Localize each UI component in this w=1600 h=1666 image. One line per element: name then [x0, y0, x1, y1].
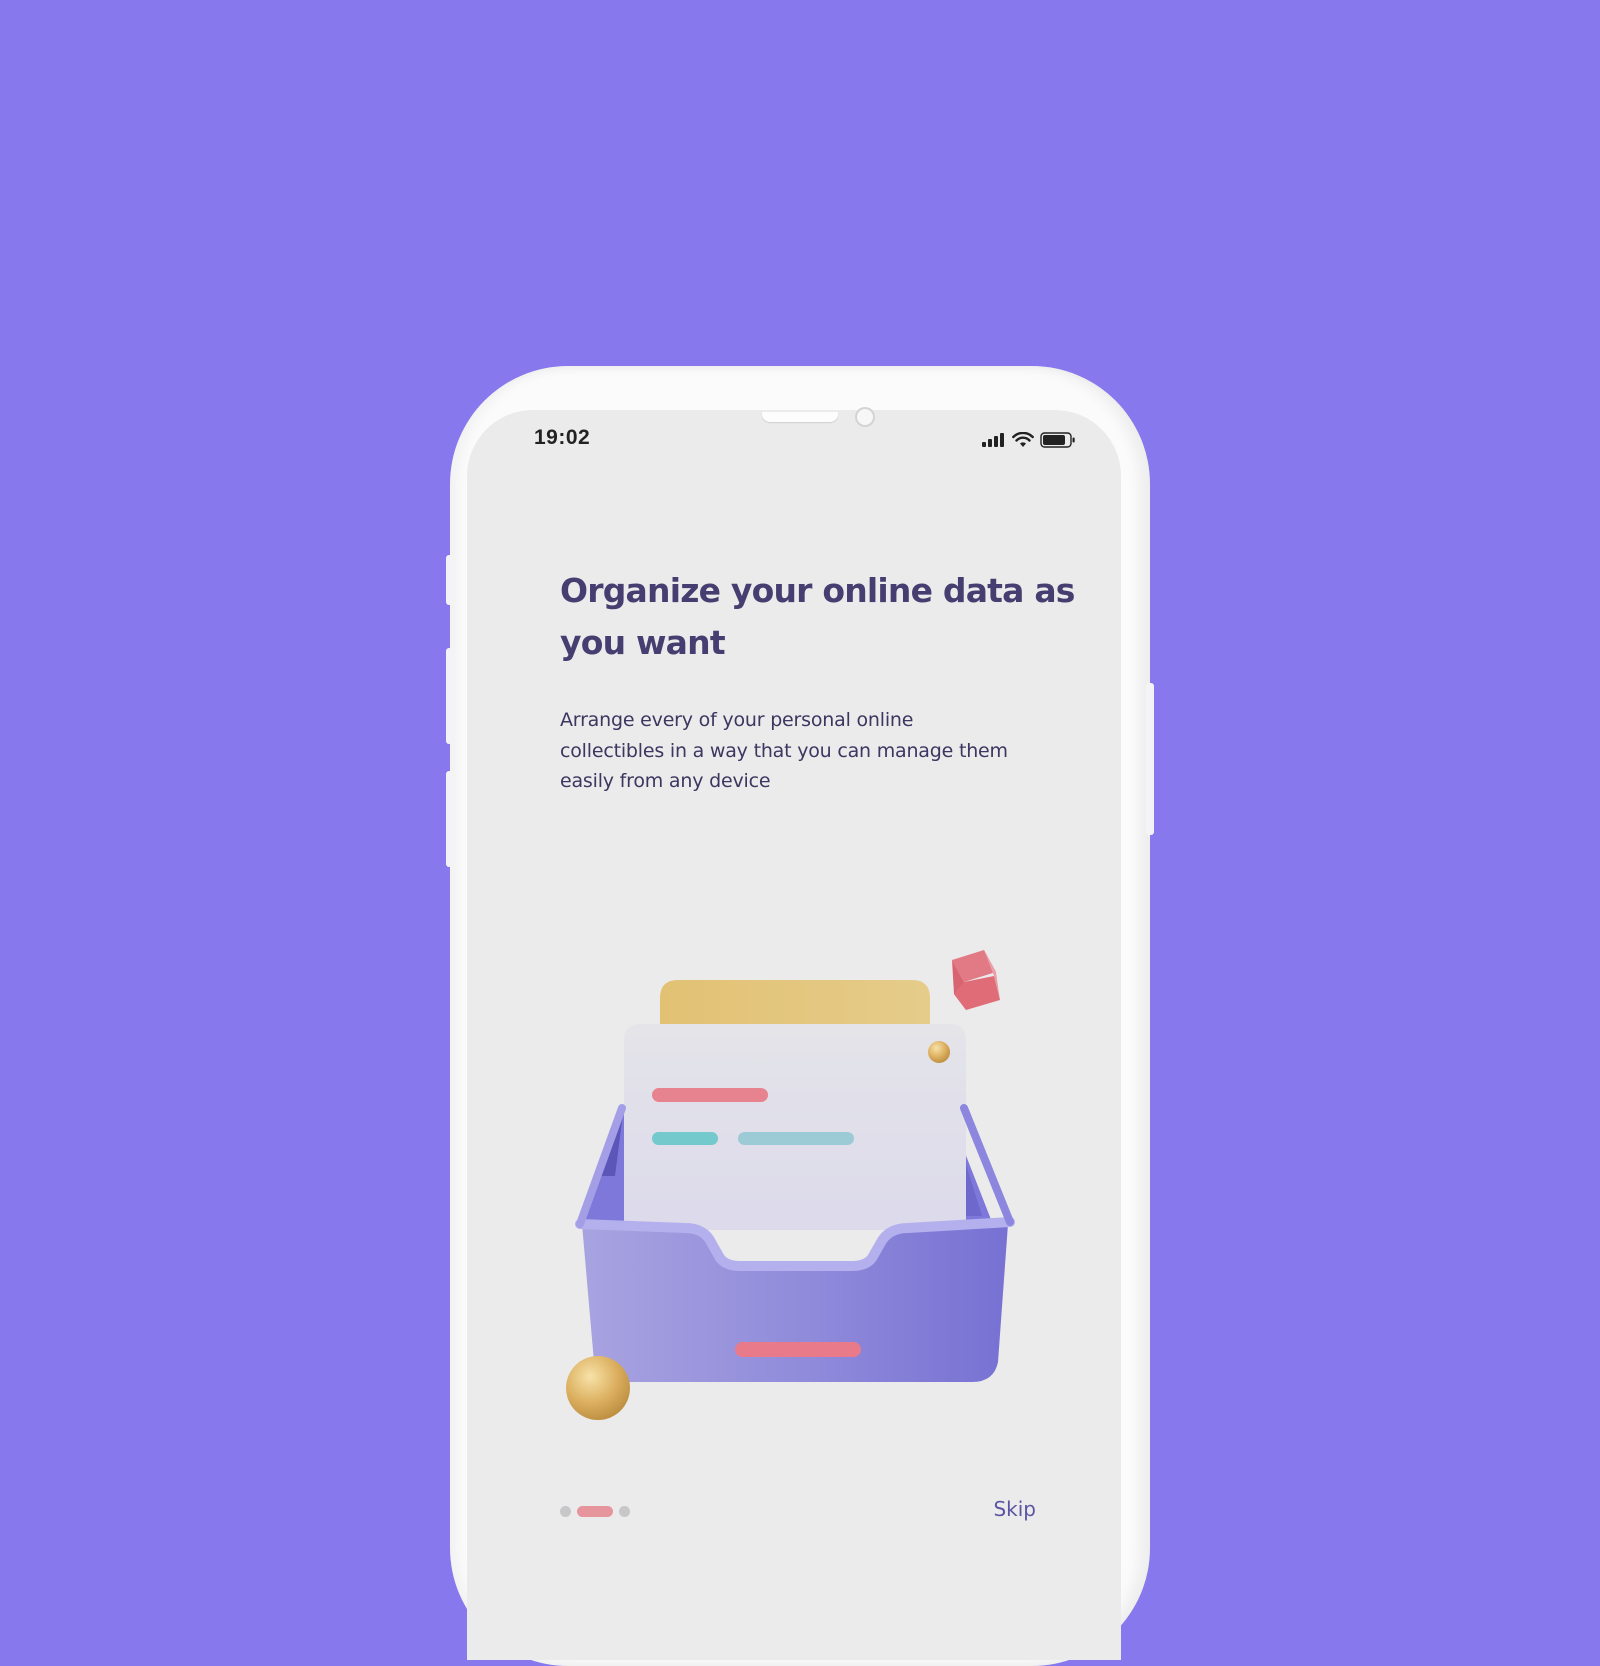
onboarding-description: Arrange every of your personal online co… [560, 709, 1008, 792]
battery-icon [1040, 432, 1075, 448]
volume-down-button [446, 771, 454, 867]
power-button [1146, 683, 1154, 835]
page-dot-3[interactable] [619, 1506, 630, 1517]
onboarding-headline: Organize your online data as you want [560, 571, 1075, 662]
silent-switch [446, 555, 454, 605]
signal-icon [982, 433, 1004, 447]
volume-up-button [446, 648, 454, 744]
status-icons [982, 432, 1076, 448]
file-tray-illustration [566, 950, 1015, 1420]
page-dot-1[interactable] [560, 1506, 571, 1517]
skip-button[interactable]: Skip [993, 1497, 1036, 1521]
page-indicator [560, 1506, 630, 1517]
front-camera [855, 407, 875, 427]
wifi-icon [1012, 432, 1034, 447]
status-time: 19:02 [534, 426, 591, 449]
speaker-grille [762, 412, 838, 422]
page-dot-2-active[interactable] [577, 1506, 613, 1517]
